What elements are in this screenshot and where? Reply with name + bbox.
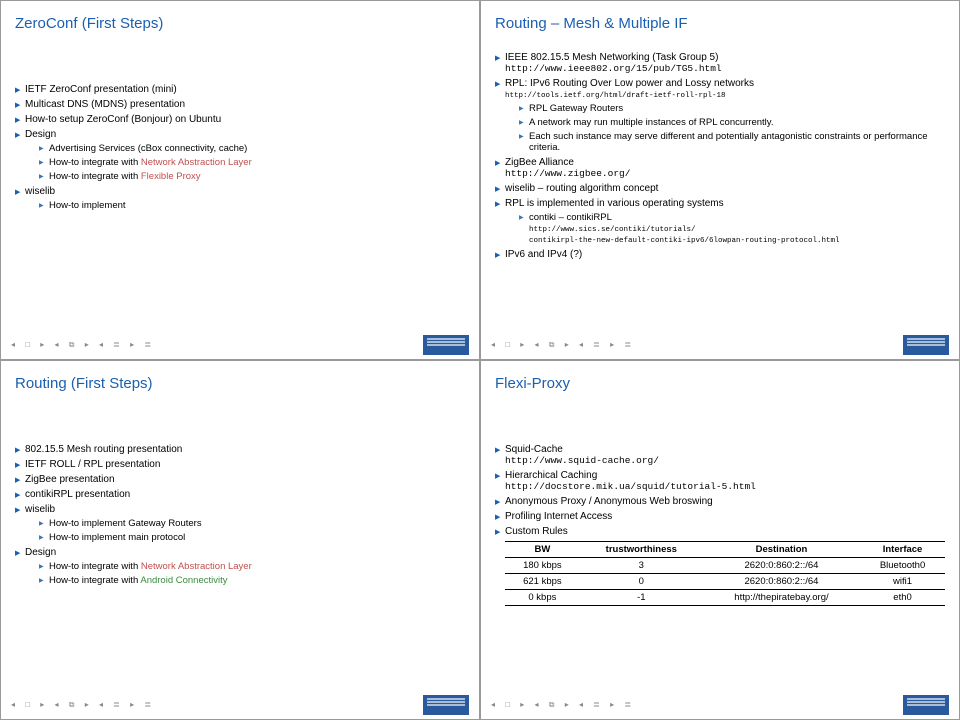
rules-table: BW trustworthiness Destination Interface… — [505, 541, 945, 606]
list-item: IPv6 and IPv4 (?) — [495, 249, 945, 260]
list-item: IETF ROLL / RPL presentation — [15, 459, 465, 470]
list-item: Profiling Internet Access — [495, 511, 945, 522]
list-item: contikiRPL presentation — [15, 489, 465, 500]
list-item: How-to implement — [39, 200, 465, 211]
list-item: How-to implement main protocol — [39, 532, 465, 543]
slide-routing-mesh: Routing – Mesh & Multiple IF IEEE 802.15… — [480, 0, 960, 360]
list-item: How-to implement Gateway Routers — [39, 518, 465, 529]
list-item: ZigBee presentation — [15, 474, 465, 485]
th-bw: BW — [505, 542, 580, 558]
list-item: RPL Gateway Routers — [519, 103, 945, 114]
slide-zeroconf: ZeroConf (First Steps) IETF ZeroConf pre… — [0, 0, 480, 360]
link-nal[interactable]: Network Abstraction Layer — [141, 561, 252, 572]
list-item: IEEE 802.15.5 Mesh Networking (Task Grou… — [495, 52, 945, 74]
list-item: 802.15.5 Mesh routing presentation — [15, 444, 465, 455]
university-logo — [903, 695, 949, 715]
list-item: A network may run multiple instances of … — [519, 117, 945, 128]
slide-title: Routing (First Steps) — [15, 375, 465, 392]
list-item: Design How-to integrate with Network Abs… — [15, 547, 465, 586]
slide-title: Routing – Mesh & Multiple IF — [495, 15, 945, 32]
link-android[interactable]: Android Connectivity — [140, 575, 227, 586]
list-item: How-to integrate with Network Abstractio… — [39, 157, 465, 168]
list-item: Anonymous Proxy / Anonymous Web broswing — [495, 496, 945, 507]
link-rpl-draft[interactable]: http://tools.ietf.org/html/draft-ietf-ro… — [505, 92, 726, 100]
list-item: wiselib – routing algorithm concept — [495, 183, 945, 194]
list-item: How-to setup ZeroConf (Bonjour) on Ubunt… — [15, 114, 465, 125]
list-item: IETF ZeroConf presentation (mini) — [15, 84, 465, 95]
link-nal[interactable]: Network Abstraction Layer — [141, 157, 252, 168]
slide-flexi-proxy: Flexi-Proxy Squid-Cache http://www.squid… — [480, 360, 960, 720]
list-item: How-to integrate with Android Connectivi… — [39, 575, 465, 586]
th-dest: Destination — [703, 542, 860, 558]
link-flexproxy[interactable]: Flexible Proxy — [141, 171, 201, 182]
university-logo — [423, 695, 469, 715]
link-contiki[interactable]: http://www.sics.se/contiki/tutorials/ — [529, 226, 696, 234]
university-logo — [423, 335, 469, 355]
list-item: Advertising Services (cBox connectivity,… — [39, 143, 465, 154]
list-item: Custom Rules BW trustworthiness Destinat… — [495, 526, 945, 606]
list-item: wiselib How-to implement Gateway Routers… — [15, 504, 465, 543]
link-ieee[interactable]: http://www.ieee802.org/15/pub/TG5.html — [505, 63, 722, 74]
nav-controls[interactable]: ◂ □ ▸ ◂ ⧉ ▸ ◂ ≣ ▸ ≣ — [11, 700, 155, 710]
list-item: ZigBee Alliance http://www.zigbee.org/ — [495, 157, 945, 179]
nav-controls[interactable]: ◂ □ ▸ ◂ ⧉ ▸ ◂ ≣ ▸ ≣ — [491, 340, 635, 350]
slide-title: Flexi-Proxy — [495, 375, 945, 392]
th-trust: trustworthiness — [580, 542, 703, 558]
list-item: How-to integrate with Flexible Proxy — [39, 171, 465, 182]
list-item: Multicast DNS (MDNS) presentation — [15, 99, 465, 110]
list-item: RPL is implemented in various operating … — [495, 198, 945, 245]
list-item: contiki – contikiRPL http://www.sics.se/… — [519, 212, 945, 245]
link-hier[interactable]: http://docstore.mik.ua/squid/tutorial-5.… — [505, 481, 756, 492]
table-row: 0 kbps -1 http://thepiratebay.org/ eth0 — [505, 590, 945, 606]
list-item: RPL: IPv6 Routing Over Low power and Los… — [495, 78, 945, 153]
slide-routing-steps: Routing (First Steps) 802.15.5 Mesh rout… — [0, 360, 480, 720]
link-zigbee[interactable]: http://www.zigbee.org/ — [505, 168, 630, 179]
link-contiki2[interactable]: contikirpl-the-new-default-contiki-ipv6/… — [529, 237, 840, 245]
list-item: Hierarchical Caching http://docstore.mik… — [495, 470, 945, 492]
list-item: Each such instance may serve different a… — [519, 131, 945, 153]
slide-title: ZeroConf (First Steps) — [15, 15, 465, 32]
nav-controls[interactable]: ◂ □ ▸ ◂ ⧉ ▸ ◂ ≣ ▸ ≣ — [491, 700, 635, 710]
university-logo — [903, 335, 949, 355]
table-row: 180 kbps 3 2620:0:860:2::/64 Bluetooth0 — [505, 558, 945, 574]
list-item: Design Advertising Services (cBox connec… — [15, 129, 465, 182]
th-iface: Interface — [860, 542, 945, 558]
link-squid[interactable]: http://www.squid-cache.org/ — [505, 455, 659, 466]
nav-controls[interactable]: ◂ □ ▸ ◂ ⧉ ▸ ◂ ≣ ▸ ≣ — [11, 340, 155, 350]
list-item: wiselib How-to implement — [15, 186, 465, 211]
table-row: 621 kbps 0 2620:0:860:2::/64 wifi1 — [505, 574, 945, 590]
list-item: Squid-Cache http://www.squid-cache.org/ — [495, 444, 945, 466]
list-item: How-to integrate with Network Abstractio… — [39, 561, 465, 572]
